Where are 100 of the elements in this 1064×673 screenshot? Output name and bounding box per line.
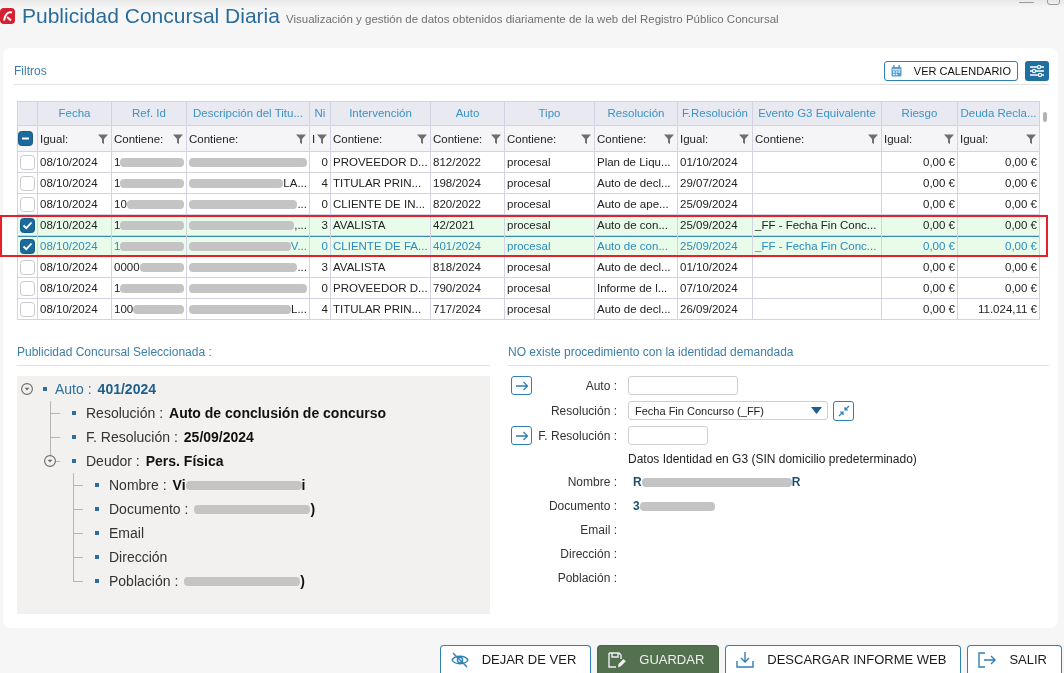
arrows-inward-icon [837, 404, 850, 417]
filter-icon[interactable] [317, 133, 327, 144]
maximize-icon[interactable] [1047, 0, 1060, 5]
redaction-bar [120, 220, 184, 230]
info-text: Datos Identidad en G3 (SIN domicilio predeterminado) [628, 451, 918, 467]
settings-button[interactable] [1025, 61, 1049, 81]
row-checkbox[interactable] [20, 238, 35, 254]
bullet-icon [72, 459, 76, 463]
table-row[interactable]: 08/10/2024 0000 ... 3 AVALISTA 818/2024 procesal Auto de decl... 01/10/2024 0,00 € 0,00 € [18, 257, 1040, 278]
table-row[interactable]: 08/10/2024 1 LA... 4 TITULAR PRIN... 198/2024 procesal Auto de decl... 29/07/2024 0,00 € 0,00 € [18, 173, 1040, 194]
exit-arrow-icon [978, 651, 997, 668]
redaction-bar [120, 157, 184, 167]
table-cell: 25/09/2024 [678, 194, 753, 215]
field-value: R [791, 475, 801, 489]
field-label: Resolución : [549, 403, 617, 418]
eye-slash-icon [450, 651, 469, 668]
filter-icon[interactable] [417, 133, 427, 144]
bullet-icon [95, 579, 99, 583]
save-button[interactable]: GUARDAR [597, 645, 720, 673]
filter-icon[interactable] [868, 133, 878, 144]
table-cell: 0,00 € [958, 194, 1040, 215]
table-cell: 08/10/2024 [38, 194, 112, 215]
sliders-icon [1030, 65, 1044, 77]
hide-button[interactable]: DEJAR DE VER [439, 645, 592, 673]
filter-icon[interactable] [944, 133, 954, 144]
table-cell: 08/10/2024 [38, 299, 112, 320]
table-cell: 820/2022 [431, 194, 505, 215]
table-cell: 0 [310, 194, 331, 215]
table-cell-text: 1 [114, 155, 121, 170]
tree-value: Pers. Física [145, 453, 224, 469]
scrollbar-thumb[interactable] [1043, 112, 1047, 122]
arrow-button[interactable] [511, 376, 532, 395]
calendar-icon [890, 65, 902, 77]
field-label: Nombre : [566, 475, 617, 489]
tree-label: Documento : [109, 501, 189, 517]
table-row[interactable]: 08/10/2024 100 L... 4 TITULAR PRIN... 717/2024 procesal Auto de decl... 26/09/2024 0,00 € 11.024,11 € [18, 299, 1040, 320]
field-label: Población : [556, 571, 617, 585]
row-checkbox[interactable] [20, 217, 35, 233]
tree-label: Deudor : [86, 453, 140, 469]
tree-value: Vi [172, 477, 186, 493]
table-row[interactable]: 08/10/2024 1 0 PROVEEDOR D... 812/2022 procesal Plan de Liqu... 01/10/2024 0,00 € 0,00 € [18, 152, 1040, 173]
arrow-right-icon [514, 380, 529, 391]
table-cell: 4 [310, 299, 331, 320]
tree-label: Nombre : [109, 477, 167, 493]
caret-icon [811, 407, 822, 414]
field-label: Auto : [584, 378, 617, 393]
floppy-pencil-icon [608, 651, 627, 668]
table-cell-text: ... [297, 197, 307, 212]
redaction-bar [120, 178, 184, 188]
tree-value: ) [310, 501, 316, 517]
table-cell-text: 100 [114, 302, 134, 317]
filter-icon[interactable] [664, 133, 674, 144]
minimize-icon[interactable] [1019, 1, 1034, 4]
download-report-button[interactable]: DESCARGAR INFORME WEB [725, 645, 962, 673]
table-cell: CLIENTE DE IN... [331, 194, 431, 215]
logo-icon [0, 8, 15, 24]
field-value: R [633, 475, 642, 489]
filter-icon[interactable] [739, 133, 749, 144]
table-row[interactable]: 08/10/2024 1 0 PROVEEDOR D... 790/2024 procesal Informe de l... 07/10/2024 0,00 € 0,00 € [18, 278, 1040, 299]
select-all-checkbox[interactable] [18, 131, 33, 146]
bullet-icon [95, 531, 99, 535]
table-cell: procesal [505, 299, 595, 320]
table-cell-text: V... [290, 239, 307, 254]
filter-icon[interactable] [173, 133, 183, 144]
filter-icon[interactable] [581, 133, 591, 144]
table-cell: Auto de decl... [595, 299, 678, 320]
redaction-bar [139, 262, 184, 272]
redaction-bar [126, 199, 184, 209]
shrink-button[interactable] [833, 400, 854, 421]
tree-value: i [301, 477, 306, 493]
input-field[interactable] [628, 426, 708, 445]
table-cell: TITULAR PRIN... [331, 299, 431, 320]
table-row[interactable]: 08/10/2024 10 ... 0 CLIENTE DE IN... 820/2022 procesal Auto de ape... 25/09/2024 0,00 € 0,00 € [18, 194, 1040, 215]
redaction-bar [120, 241, 184, 251]
table-row[interactable]: 08/10/2024 1 V... 0 CLIENTE DE FA... 401/2024 procesal Auto de con... 25/09/2024 _FF - Fecha Fin Conc... 0,00 € 0,00 € [18, 236, 1040, 257]
collapse-toggle-icon[interactable] [21, 383, 33, 395]
tree-label: Email [109, 525, 144, 541]
table-cell: Auto de ape... [595, 194, 678, 215]
collapse-toggle-icon[interactable] [44, 455, 56, 467]
table-row[interactable]: 08/10/2024 1 ,... 3 AVALISTA 42/2021 procesal Auto de con... 25/09/2024 _FF - Fecha Fin Conc... 0,00 € 0,00 € [18, 215, 1040, 236]
arrow-button[interactable] [511, 426, 532, 445]
section-title: Publicidad Concursal Seleccionada : [17, 344, 490, 366]
calendar-button[interactable]: VER CALENDARIO [883, 61, 1018, 81]
table-cell-text: L... [291, 302, 307, 317]
filter-icon[interactable] [296, 133, 306, 144]
page-title: Publicidad Concursal Diaria [22, 3, 280, 29]
tree-value: ) [300, 573, 305, 589]
input-field[interactable] [628, 376, 738, 395]
table-cell-text: 0000 [114, 260, 140, 275]
table-cell: 26/09/2024 [678, 299, 753, 320]
filter-icon[interactable] [1026, 133, 1036, 144]
filter-icon[interactable] [491, 133, 501, 144]
dropdown[interactable]: Fecha Fin Concurso (_FF) [628, 401, 828, 420]
tree-value: 25/09/2024 [183, 429, 254, 445]
tree-label: Auto : [55, 381, 92, 397]
filter-icon[interactable] [98, 133, 108, 144]
tree-label: Dirección [109, 549, 168, 565]
table-cell: 717/2024 [431, 299, 505, 320]
table-cell: 11.024,11 € [958, 299, 1040, 320]
exit-button[interactable]: SALIR [967, 645, 1062, 673]
